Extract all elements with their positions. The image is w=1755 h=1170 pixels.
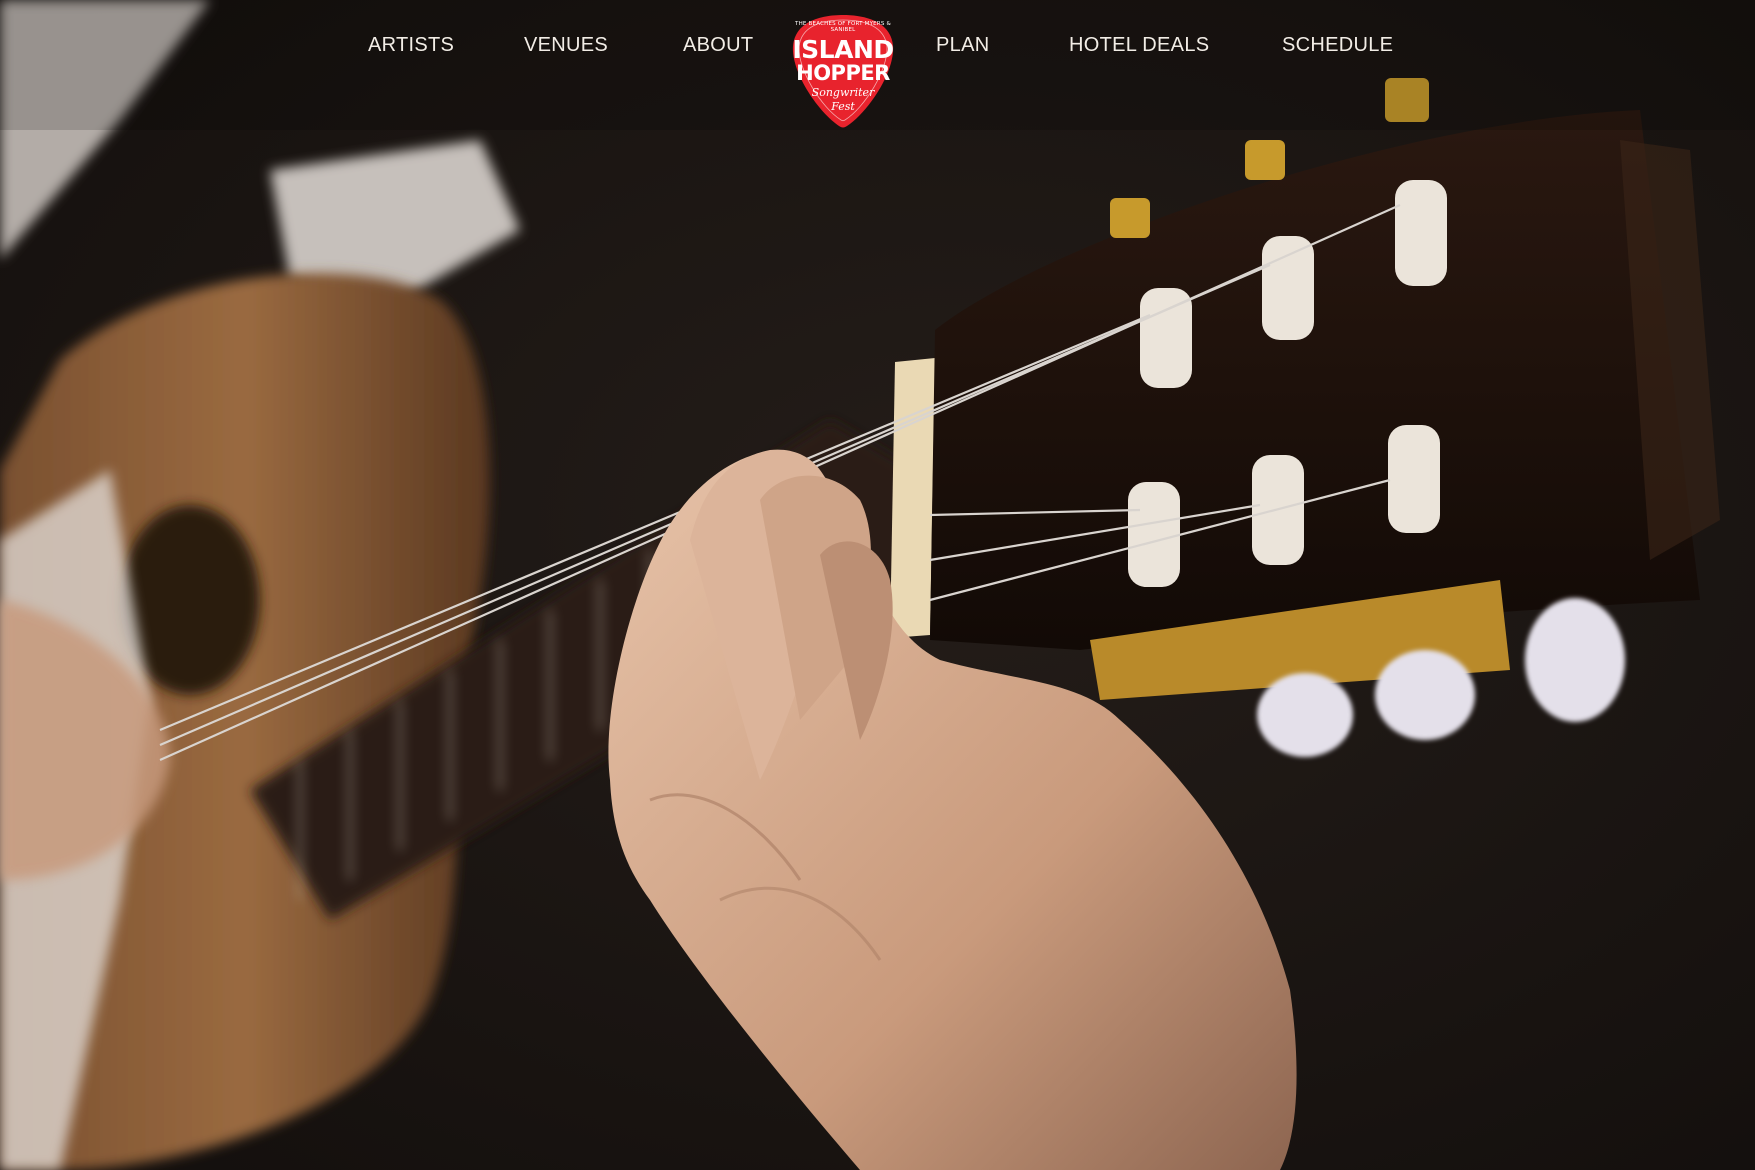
- guitar-photo: [0, 0, 1755, 1170]
- main-nav: ARTISTS VENUES ABOUT THE BEACHES OF FORT…: [0, 0, 1755, 130]
- nav-link-artists[interactable]: ARTISTS: [368, 34, 454, 57]
- island-hopper-logo[interactable]: THE BEACHES OF FORT MYERS & SANIBEL ISLA…: [788, 12, 898, 130]
- nav-link-schedule[interactable]: SCHEDULE: [1282, 34, 1393, 57]
- nav-link-plan[interactable]: PLAN: [936, 34, 989, 57]
- guitar-pick-icon: [792, 15, 894, 128]
- nav-link-hotel-deals[interactable]: HOTEL DEALS: [1069, 34, 1209, 57]
- nav-link-venues[interactable]: VENUES: [524, 34, 608, 57]
- nav-link-about[interactable]: ABOUT: [683, 34, 753, 57]
- hero-section: ARTISTS VENUES ABOUT THE BEACHES OF FORT…: [0, 0, 1755, 1170]
